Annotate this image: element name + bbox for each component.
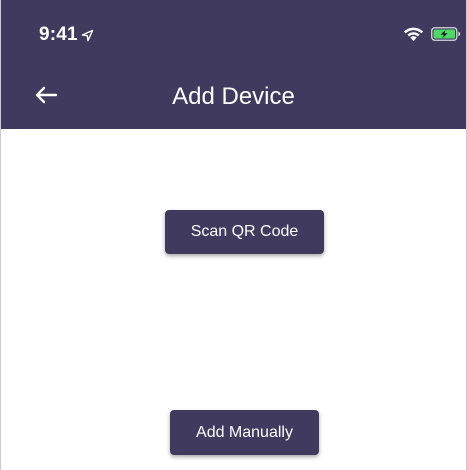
add-device-screen: 9:41 Add Device Scan QR Code Add Manuall… (0, 0, 467, 470)
scan-qr-code-button[interactable]: Scan QR Code (165, 210, 324, 254)
page-title: Add Device (172, 83, 295, 110)
location-arrow-icon (81, 29, 94, 41)
add-manually-button[interactable]: Add Manually (170, 410, 319, 455)
status-time: 9:41 (39, 24, 94, 46)
status-bar: 9:41 (1, 0, 466, 64)
status-time-text: 9:41 (39, 24, 78, 45)
app-header: 9:41 Add Device (1, 0, 466, 129)
wifi-icon (403, 27, 424, 42)
battery-charging-icon (431, 27, 461, 41)
